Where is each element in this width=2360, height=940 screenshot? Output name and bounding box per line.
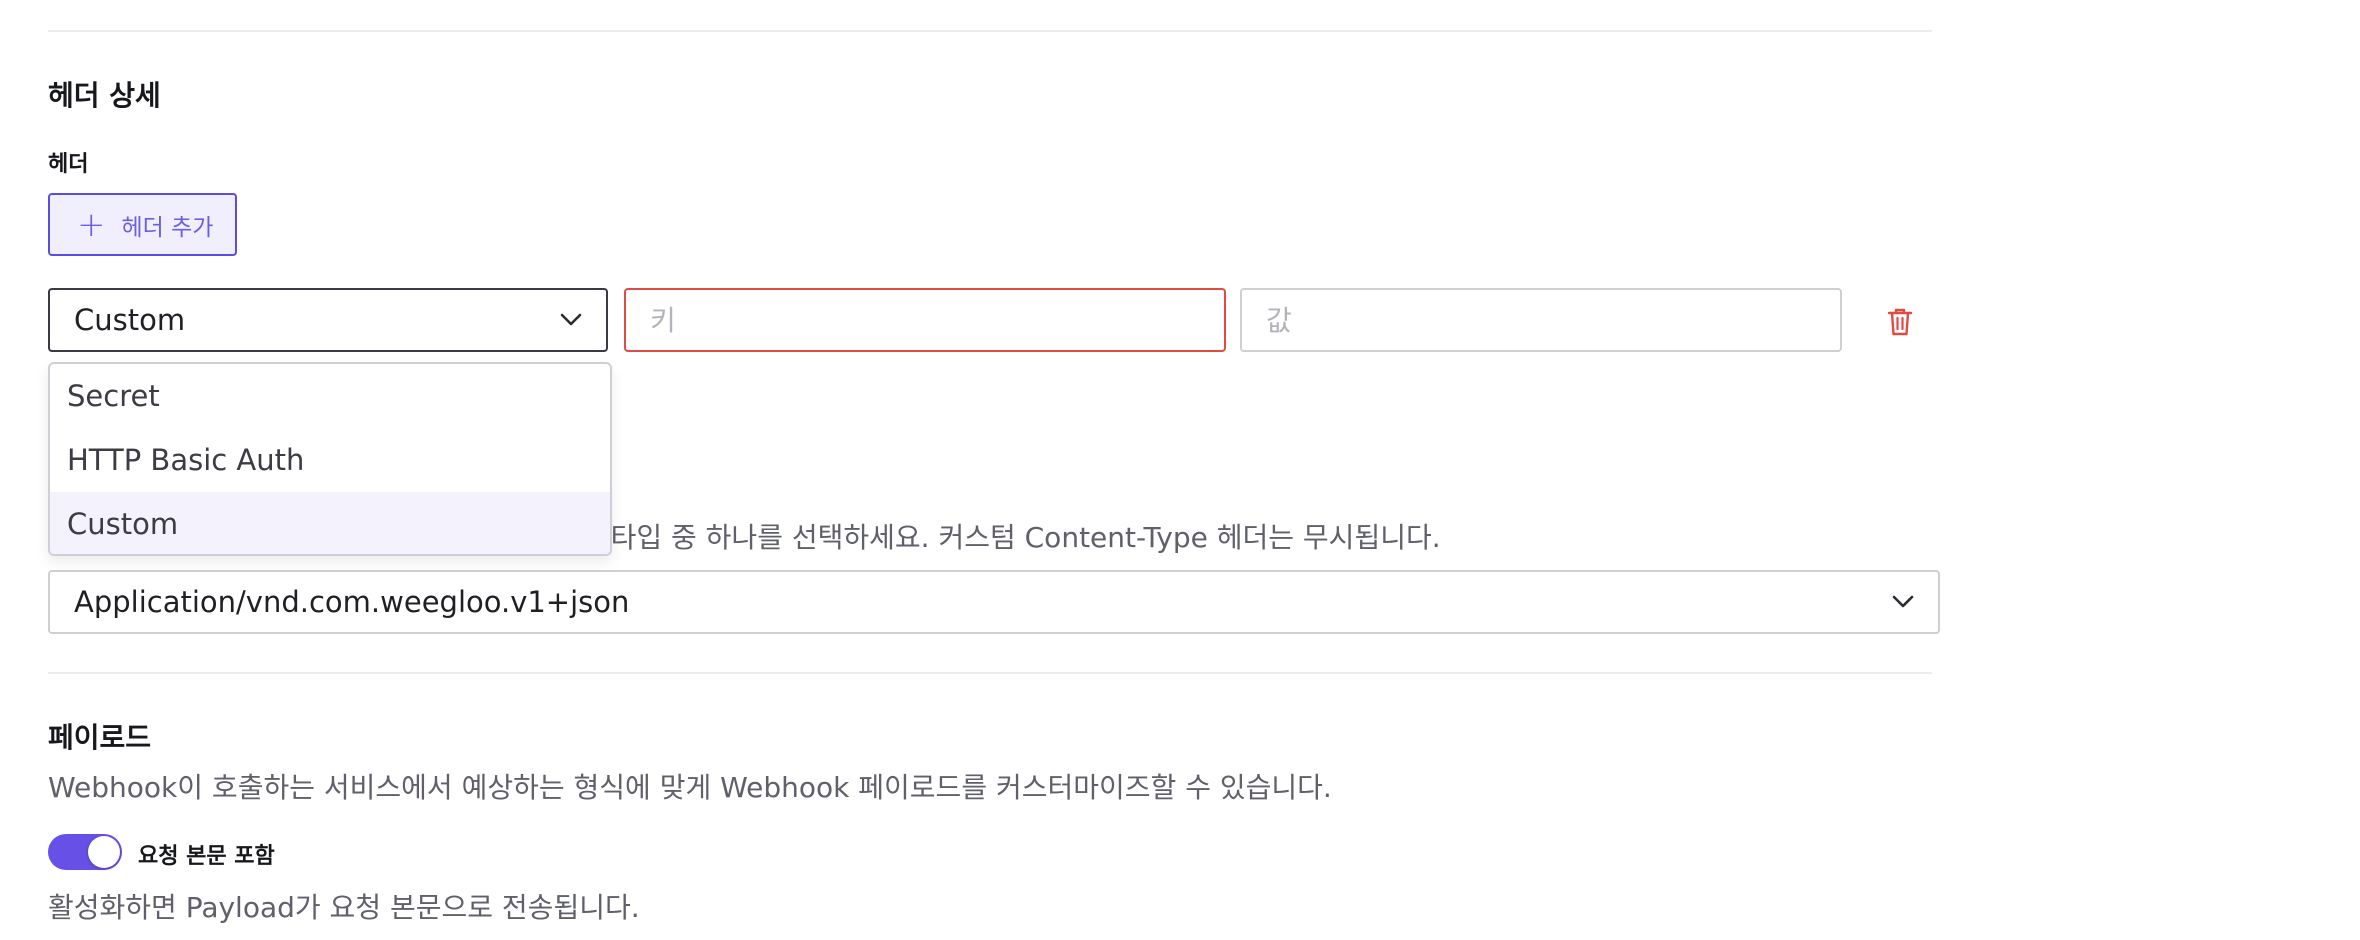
chevron-down-icon — [1892, 595, 1914, 609]
dropdown-option-secret[interactable]: Secret — [50, 364, 610, 428]
payload-description: Webhook이 호출하는 서비스에서 예상하는 형식에 맞게 Webhook … — [48, 771, 1332, 804]
header-type-selected-value: Custom — [74, 303, 186, 337]
toggle-knob — [88, 836, 120, 868]
include-body-help: 활성화하면 Payload가 요청 본문으로 전송됩니다. — [48, 891, 640, 924]
headers-field-label: 헤더 — [48, 152, 89, 177]
section-divider-top — [48, 30, 1932, 32]
trash-icon — [1887, 307, 1913, 341]
header-type-dropdown-menu: Secret HTTP Basic Auth Custom — [48, 362, 612, 556]
content-type-description: E 타입 중 하나를 선택하세요. 커스텀 Content-Type 헤더는 무… — [584, 521, 1441, 554]
header-type-select[interactable]: Custom — [48, 288, 608, 352]
include-body-label: 요청 본문 포함 — [138, 844, 275, 869]
chevron-down-icon — [560, 313, 582, 327]
header-value-input[interactable] — [1240, 288, 1842, 352]
payload-section-title: 페이로드 — [48, 721, 152, 754]
delete-header-button[interactable] — [1880, 304, 1920, 344]
add-header-button-label: 헤더 추가 — [121, 214, 214, 241]
headers-section-title: 헤더 상세 — [48, 79, 161, 112]
include-body-toggle[interactable] — [48, 834, 122, 870]
section-divider — [48, 672, 1932, 674]
add-header-button[interactable]: + 헤더 추가 — [48, 193, 237, 256]
dropdown-option-custom[interactable]: Custom — [50, 492, 610, 554]
header-key-input[interactable] — [624, 288, 1226, 352]
plus-icon: + — [77, 204, 106, 245]
content-type-selected-value: Application/vnd.com.weegloo.v1+json — [74, 585, 630, 619]
dropdown-option-http-basic-auth[interactable]: HTTP Basic Auth — [50, 428, 610, 492]
content-type-select[interactable]: Application/vnd.com.weegloo.v1+json — [48, 570, 1940, 634]
